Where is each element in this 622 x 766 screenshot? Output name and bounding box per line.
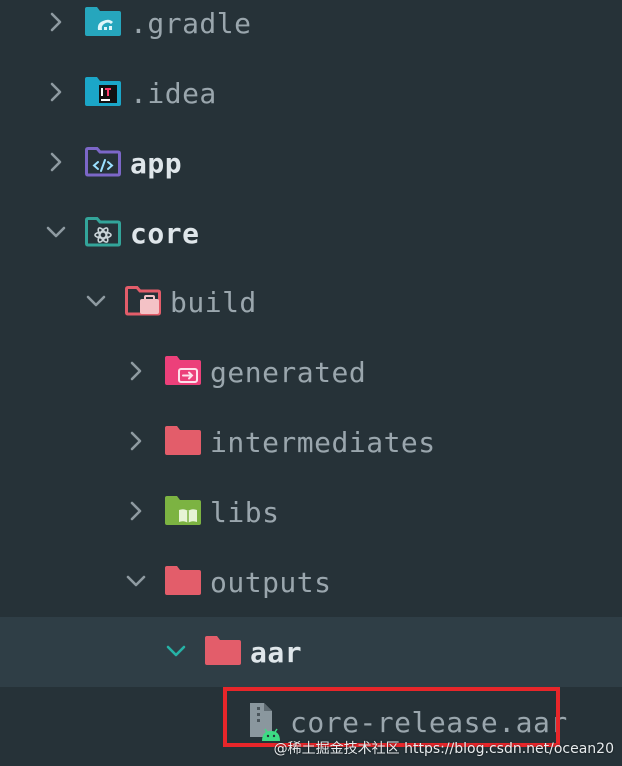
tree-item-label: outputs [210, 566, 332, 599]
idea-folder-icon [84, 75, 122, 107]
watermark-text: @稀土掘金技术社区 https://blog.csdn.net/ocean20 [273, 741, 614, 757]
tree-item-label: core [130, 217, 200, 250]
tree-item-label: intermediates [210, 426, 436, 459]
tree-item-label: aar [250, 636, 303, 669]
chevron-right-icon[interactable] [124, 499, 148, 523]
folder-icon [164, 564, 202, 596]
chevron-down-icon[interactable] [84, 289, 108, 313]
chevron-right-icon[interactable] [124, 359, 148, 383]
tree-item-outputs[interactable]: outputs [0, 547, 622, 617]
tree-item-label: generated [210, 356, 367, 389]
build-folder-icon [124, 284, 162, 316]
tree-item-label: app [130, 147, 183, 180]
tree-item-label: libs [210, 496, 280, 529]
tree-item-label: build [170, 286, 257, 319]
libs-folder-icon [164, 494, 202, 526]
core-module-folder-icon [84, 215, 122, 247]
tree-item-generated[interactable]: generated [0, 337, 622, 407]
generated-folder-icon [164, 354, 202, 386]
chevron-right-icon[interactable] [124, 429, 148, 453]
chevron-down-icon[interactable] [124, 569, 148, 593]
chevron-right-icon[interactable] [44, 80, 68, 104]
tree-item-intermediates[interactable]: intermediates [0, 407, 622, 477]
chevron-down-icon[interactable] [44, 220, 68, 244]
tree-item-core[interactable]: core [0, 198, 622, 268]
app-module-folder-icon [84, 145, 122, 177]
tree-item-gradle[interactable]: .gradle [0, 0, 622, 58]
tree-item-app[interactable]: app [0, 128, 622, 198]
chevron-right-icon[interactable] [44, 150, 68, 174]
project-file-tree: .gradle .idea app core build generated i… [0, 0, 622, 766]
chevron-right-icon[interactable] [44, 10, 68, 34]
tree-item-aar[interactable]: aar [0, 617, 622, 687]
folder-icon [164, 424, 202, 456]
tree-item-build[interactable]: build [0, 267, 622, 337]
folder-icon [204, 634, 242, 666]
chevron-down-icon[interactable] [164, 639, 188, 663]
gradle-folder-icon [84, 5, 122, 37]
tree-item-libs[interactable]: libs [0, 477, 622, 547]
tree-item-label: .gradle [130, 7, 252, 40]
tree-item-label: .idea [130, 77, 217, 110]
tree-item-idea[interactable]: .idea [0, 58, 622, 128]
